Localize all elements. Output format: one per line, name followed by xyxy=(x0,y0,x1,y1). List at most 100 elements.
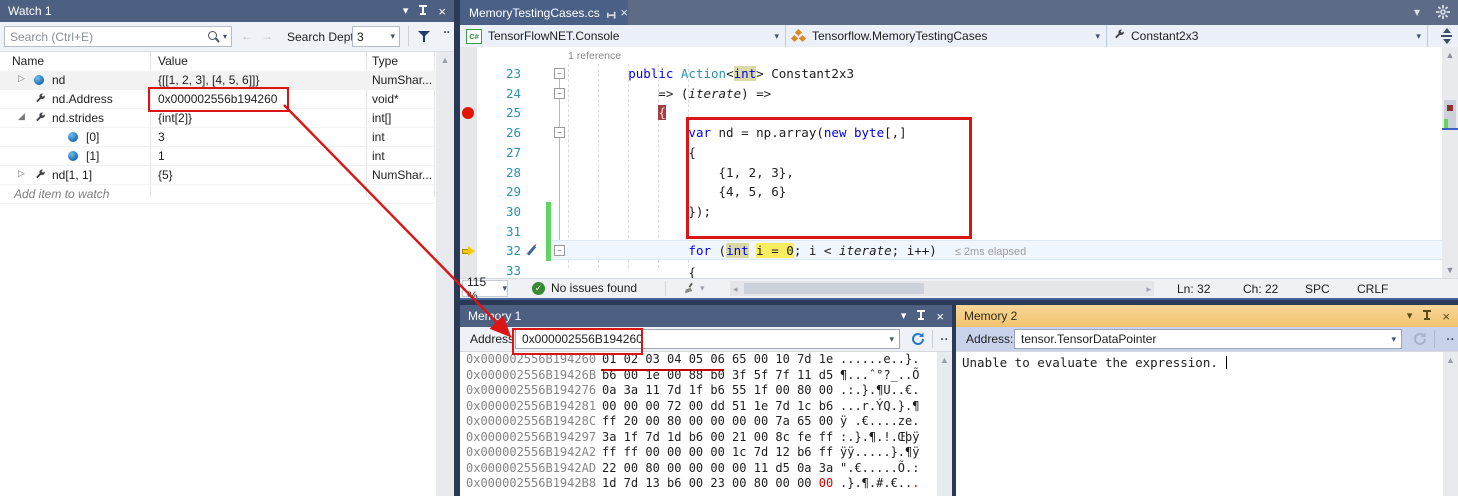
nav-combo-csharp-project[interactable]: C#TensorFlowNET.Console▾ xyxy=(460,25,786,47)
memory1-dump[interactable]: 0x000002556B19426001 02 03 04 05 06 65 0… xyxy=(460,352,952,496)
toolbar-overflow-icon[interactable]: .. xyxy=(443,22,450,36)
memory-ascii: ......e..}. xyxy=(840,352,919,368)
memory-ascii: .}.¶.#.€... xyxy=(840,476,919,492)
add-item-label: Add item to watch xyxy=(14,187,109,201)
tab-close-icon[interactable]: × xyxy=(620,5,628,20)
watch-row[interactable]: [0]3int xyxy=(0,128,436,147)
scroll-up-icon[interactable]: ▲ xyxy=(436,52,454,65)
refresh-icon-disabled xyxy=(1412,331,1428,347)
outline-guide-line xyxy=(559,77,560,249)
watch-scrollbar[interactable]: ▲ xyxy=(436,52,454,496)
line-numbers: 2324252627282930313233 xyxy=(477,64,521,278)
scroll-down-icon[interactable]: ▼ xyxy=(1442,265,1458,275)
forward-arrow-icon[interactable]: → xyxy=(261,29,273,43)
search-input[interactable]: Search (Ctrl+E) ▾ xyxy=(4,26,232,47)
format-document-icon[interactable] xyxy=(682,282,696,295)
hscroll-right-icon[interactable]: ▸ xyxy=(1146,284,1151,295)
column-header-name[interactable]: Name xyxy=(12,54,44,68)
address-input[interactable]: tensor.TensorDataPointer ▾ xyxy=(1014,329,1402,349)
fold-collapse-icon[interactable]: − xyxy=(554,245,565,256)
address-chevron-icon[interactable]: ▾ xyxy=(1391,334,1401,345)
pin-icon[interactable] xyxy=(418,5,428,17)
address-input[interactable]: 0x000002556B194260 ▾ xyxy=(515,329,900,349)
scroll-up-icon[interactable]: ▲ xyxy=(1446,355,1455,365)
code-line-33: { xyxy=(568,263,1026,278)
close-icon[interactable]: × xyxy=(1442,311,1450,322)
hscrollbar-thumb[interactable] xyxy=(744,283,924,294)
zoom-select[interactable]: 115 % ▾ xyxy=(462,280,508,297)
code-line-31 xyxy=(568,222,1026,242)
scroll-up-icon[interactable]: ▲ xyxy=(1442,50,1458,60)
memory2-scrollbar[interactable]: ▲ xyxy=(1443,352,1458,496)
watch-type: NumShar... xyxy=(372,168,432,182)
column-header-value[interactable]: Value xyxy=(158,54,188,68)
pin-icon[interactable] xyxy=(916,310,926,322)
memory2-title: Memory 2 xyxy=(964,309,1017,323)
pin-icon[interactable] xyxy=(1422,310,1432,322)
editor-vertical-scrollbar[interactable]: ▲ ▼ xyxy=(1442,47,1458,278)
editor-group: MemoryTestingCases.cs × ▾ C#TensorFlowN xyxy=(460,0,1458,300)
watch-add-row[interactable]: Add item to watch xyxy=(0,185,436,204)
breakpoint-margin[interactable] xyxy=(460,47,477,278)
gear-icon[interactable] xyxy=(1436,5,1450,19)
document-health[interactable]: ✓ No issues found xyxy=(532,281,637,295)
fold-collapse-icon[interactable]: − xyxy=(554,68,565,79)
memory2-toolbar: Address: tensor.TensorDataPointer ▾ .. xyxy=(956,327,1458,352)
fold-collapse-icon[interactable]: − xyxy=(554,88,565,99)
toolbar-overflow-icon[interactable]: .. xyxy=(1446,329,1455,343)
nav-combo-method[interactable]: Constant2x3▾ xyxy=(1107,25,1428,47)
scroll-up-icon[interactable]: ▲ xyxy=(940,355,949,365)
fold-collapse-icon[interactable]: − xyxy=(554,127,565,138)
memory-address: 0x000002556B1942B8 xyxy=(466,476,596,492)
code-line-23: public Action<int> Constant2x3 xyxy=(568,64,1026,84)
window-menu-icon[interactable]: ▾ xyxy=(901,311,907,322)
window-menu-icon[interactable]: ▾ xyxy=(403,6,409,17)
watch-type: void* xyxy=(372,92,399,106)
search-icon[interactable] xyxy=(207,30,220,43)
expander-collapsed-icon[interactable]: ▷ xyxy=(18,168,25,179)
memory2-message: Unable to evaluate the expression. xyxy=(962,355,1218,370)
tab-list-chevron-icon[interactable]: ▾ xyxy=(1414,5,1420,19)
class-icon xyxy=(792,30,806,43)
watch-name: nd.strides xyxy=(52,111,104,125)
watch-row[interactable]: ◢nd.strides{int[2]}int[] xyxy=(0,109,436,128)
field-icon xyxy=(68,132,78,142)
codelens-references[interactable]: 1 reference xyxy=(568,50,621,62)
watch-row[interactable]: nd.Address0x000002556b194260void* xyxy=(0,90,436,109)
nav-combo-class[interactable]: Tensorflow.MemoryTestingCases▾ xyxy=(786,25,1107,47)
watch-row[interactable]: [1]1int xyxy=(0,147,436,166)
split-editor-icon[interactable] xyxy=(1439,27,1455,45)
expander-collapsed-icon[interactable]: ▷ xyxy=(18,73,25,84)
search-options-chevron-icon[interactable]: ▾ xyxy=(223,32,227,41)
field-icon xyxy=(68,151,78,161)
horizontal-scrollbar[interactable]: ◂ ▸ xyxy=(730,281,1154,296)
hscroll-left-icon[interactable]: ◂ xyxy=(733,284,738,295)
memory2-content[interactable]: Unable to evaluate the expression. xyxy=(956,352,1458,496)
memory-address: 0x000002556B194281 xyxy=(466,399,596,415)
close-icon[interactable]: × xyxy=(438,6,446,17)
expander-expanded-icon[interactable]: ◢ xyxy=(18,111,25,122)
memory1-titlebar: Memory 1 ▾ × xyxy=(460,305,952,327)
toolbar-overflow-icon[interactable]: .. xyxy=(940,329,949,343)
back-arrow-icon[interactable]: ← xyxy=(241,29,253,43)
format-chevron-icon[interactable]: ▾ xyxy=(700,283,705,294)
filter-icon[interactable] xyxy=(418,30,431,43)
memory1-scrollbar[interactable]: ▲ xyxy=(937,352,952,496)
address-chevron-icon[interactable]: ▾ xyxy=(889,334,899,345)
close-icon[interactable]: × xyxy=(936,311,944,322)
memory-hex: ff 20 00 80 00 00 00 00 7a 65 00 xyxy=(602,414,833,430)
window-menu-icon[interactable]: ▾ xyxy=(1407,311,1413,322)
tab-memorytestingcases[interactable]: MemoryTestingCases.cs × xyxy=(460,0,628,25)
memory1-window: Memory 1 ▾ × Address: 0x000002556B194260… xyxy=(460,305,952,496)
memory-hex: 1d 7d 13 b6 00 23 00 80 00 00 00 xyxy=(602,476,833,492)
search-depth-select[interactable]: 3 ▾ xyxy=(352,26,400,47)
refresh-icon[interactable] xyxy=(910,331,926,347)
memory-hex: ff ff 00 00 00 00 1c 7d 12 b6 ff xyxy=(602,445,833,461)
tab-pin-icon[interactable] xyxy=(605,11,615,15)
watch-row[interactable]: ▷nd[1, 1]{5}NumShar... xyxy=(0,166,436,185)
watch-row[interactable]: ▷nd{[[1, 2, 3], [4, 5, 6]]}NumShar... xyxy=(0,71,436,90)
code-editor[interactable]: 1 reference −−−− 2324252627282930313233 … xyxy=(460,47,1458,278)
column-header-type[interactable]: Type xyxy=(372,54,398,68)
code-lines[interactable]: public Action<int> Constant2x3 => (itera… xyxy=(568,64,1026,278)
watch-rows: ▷nd{[[1, 2, 3], [4, 5, 6]]}NumShar...nd.… xyxy=(0,71,436,204)
